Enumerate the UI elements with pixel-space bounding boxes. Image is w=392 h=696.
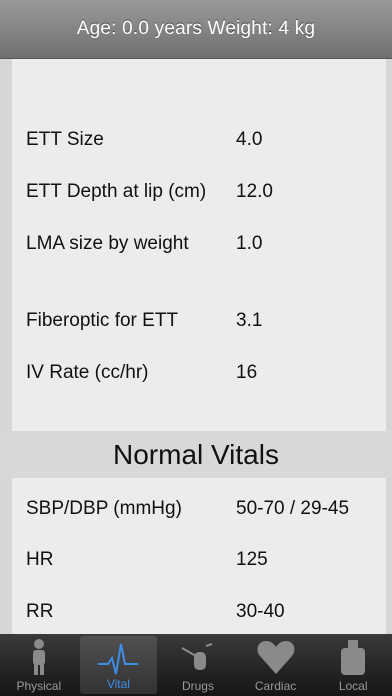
- tab-label: Vital: [106, 677, 130, 691]
- row-label: SBP/DBP (mmHg): [26, 498, 182, 519]
- tab-label: Physical: [16, 679, 62, 693]
- row-label: HR: [26, 549, 54, 570]
- tab-label: Drugs: [181, 679, 214, 693]
- tab-bar: Physical Vital Drugs Cardiac Local: [0, 634, 392, 696]
- row-value: 12.0: [236, 181, 273, 202]
- row-label: ETT Depth at lip (cm): [26, 181, 207, 202]
- row-value: 3.1: [236, 310, 263, 331]
- tab-drugs[interactable]: Drugs: [159, 634, 237, 696]
- heartbeat-icon: [98, 643, 139, 675]
- row-label: LMA size by weight: [26, 233, 189, 254]
- page-title: Age: 0.0 years Weight: 4 kg: [76, 18, 316, 39]
- row-value: 125: [236, 549, 268, 570]
- row-label: Fiberoptic for ETT: [26, 310, 179, 331]
- row-label: RR: [26, 601, 54, 622]
- bottle-icon: [341, 640, 366, 675]
- row-value: 1.0: [236, 233, 263, 254]
- left-edge: [0, 59, 12, 634]
- tab-label: Local: [338, 679, 368, 693]
- tab-cardiac[interactable]: Cardiac: [237, 634, 315, 696]
- heart-icon: [257, 641, 295, 674]
- tab-physical[interactable]: Physical: [0, 634, 78, 696]
- row-value: 50-70 / 29-45: [236, 498, 350, 519]
- header-bar: Age: 0.0 years Weight: 4 kg: [0, 0, 392, 59]
- syringe-icon: [181, 643, 213, 670]
- tab-local[interactable]: Local: [314, 634, 392, 696]
- tab-label: Cardiac: [254, 679, 297, 693]
- row-label: IV Rate (cc/hr): [26, 362, 149, 383]
- person-icon: [32, 639, 45, 675]
- row-label: ETT Size: [26, 129, 104, 150]
- right-edge: [386, 59, 392, 634]
- section-header: Normal Vitals: [0, 431, 392, 478]
- vitals-panel: SBP/DBP (mmHg) 50-70 / 29-45 HR 125 RR 3…: [12, 478, 386, 634]
- row-value: 30-40: [236, 601, 285, 622]
- row-value: 16: [236, 362, 258, 383]
- section-title: Normal Vitals: [113, 438, 279, 470]
- airway-panel: ETT Size 4.0 ETT Depth at lip (cm) 12.0 …: [12, 59, 386, 431]
- row-value: 4.0: [236, 129, 263, 150]
- tab-vital[interactable]: Vital: [79, 636, 158, 694]
